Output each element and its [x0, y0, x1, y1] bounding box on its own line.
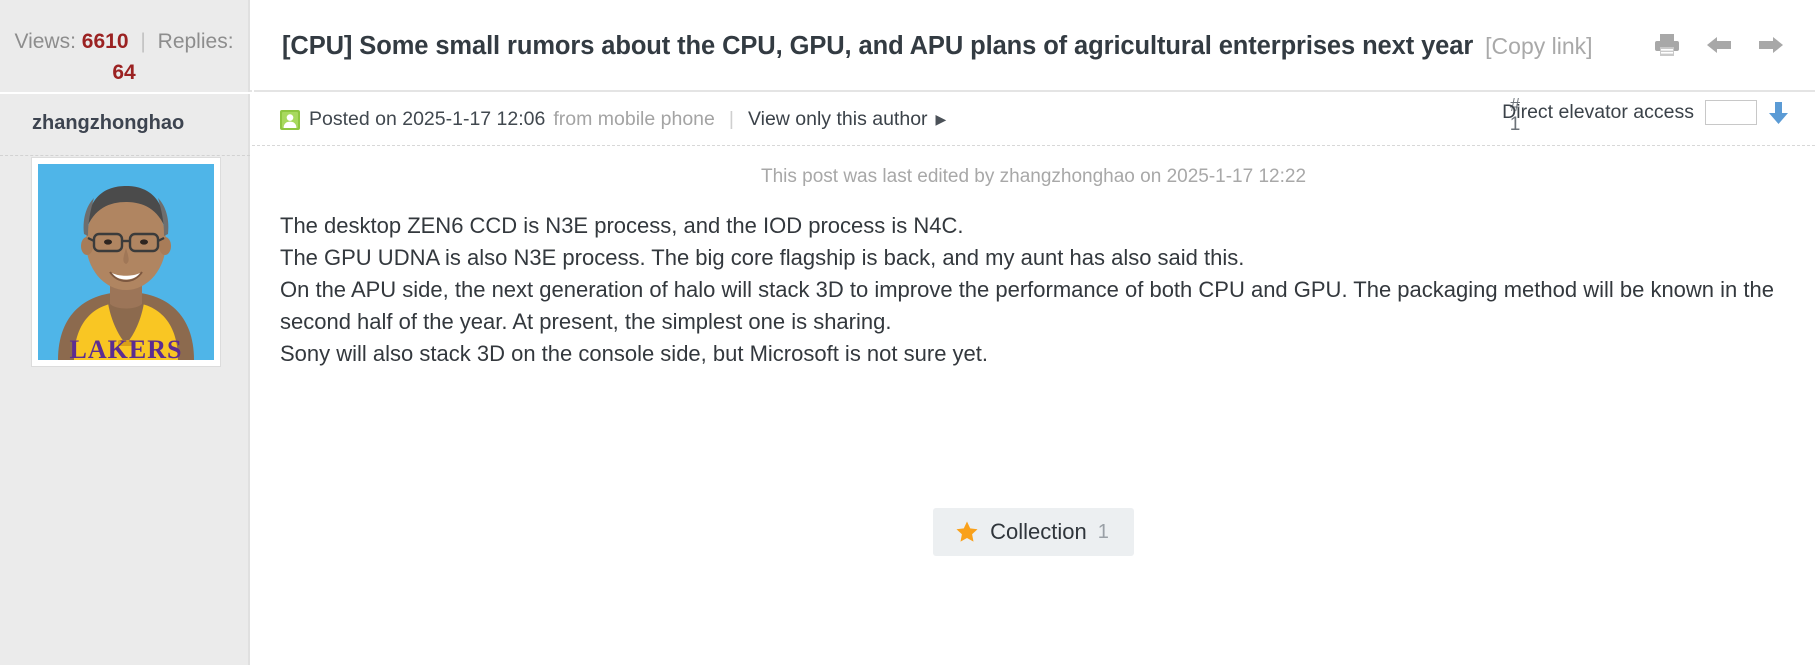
svg-text:LAKERS: LAKERS [70, 335, 183, 360]
collection-button[interactable]: Collection 1 [933, 508, 1134, 556]
view-only-this-author-link[interactable]: View only this author [748, 108, 928, 131]
post-content: The desktop ZEN6 CCD is N3E process, and… [252, 188, 1815, 370]
direct-elevator-access: Direct elevator access [1502, 100, 1789, 125]
author-badge-icon [280, 109, 300, 130]
arrow-left-icon[interactable] [1705, 31, 1733, 59]
post-paragraph: The GPU UDNA is also N3E process. The bi… [280, 245, 1245, 270]
stats-separator: | [140, 30, 146, 53]
post-timestamp: Posted on 2025-1-17 12:06 [309, 108, 546, 130]
forum-post-page: Views: 6610 | Replies: 64 [CPU] Some sma… [0, 0, 1815, 665]
post-footer-actions: Collection 1 [252, 508, 1815, 556]
author-sidebar: zhangzhonghao LAKERS [0, 94, 250, 665]
avatar-photo: LAKERS [38, 164, 214, 360]
avatar-illustration: LAKERS [38, 164, 214, 360]
thread-title-bar: [CPU] Some small rumors about the CPU, G… [252, 0, 1815, 92]
collection-label: Collection [990, 519, 1087, 544]
arrow-down-icon[interactable] [1768, 101, 1789, 125]
author-username[interactable]: zhangzhonghao [32, 112, 248, 135]
replies-label: Replies: [157, 30, 234, 53]
star-icon [955, 520, 979, 544]
replies-value: 64 [112, 61, 136, 84]
views-value: 6610 [81, 30, 129, 53]
views-label: Views: [14, 30, 76, 53]
sidebar-divider [0, 155, 250, 156]
print-icon[interactable] [1653, 31, 1681, 59]
avatar[interactable]: LAKERS [31, 157, 221, 367]
post-paragraph: On the APU side, the next generation of … [280, 277, 1774, 334]
thread-stats: Views: 6610 | Replies: 64 [0, 0, 250, 92]
post-paragraph: The desktop ZEN6 CCD is N3E process, and… [280, 213, 964, 238]
header-actions [1653, 31, 1785, 59]
meta-divider: | [728, 108, 734, 130]
post-source: from mobile phone [553, 108, 715, 130]
elevator-label: Direct elevator access [1502, 101, 1694, 123]
edit-notice: This post was last edited by zhangzhongh… [760, 166, 1307, 187]
collection-count: 1 [1097, 520, 1109, 543]
thread-header: Views: 6610 | Replies: 64 [CPU] Some sma… [0, 0, 1815, 92]
elevator-input[interactable] [1705, 100, 1757, 125]
copy-link-button[interactable]: [Copy link] [1485, 33, 1592, 60]
post-paragraph: Sony will also stack 3D on the console s… [280, 341, 988, 366]
post-panel: Posted on 2025-1-17 12:06 from mobile ph… [252, 94, 1815, 665]
arrow-right-icon[interactable] [1757, 31, 1785, 59]
page-title: [CPU] Some small rumors about the CPU, G… [282, 31, 1474, 60]
caret-right-icon[interactable]: ▶ [936, 111, 947, 128]
post-meta-row: Posted on 2025-1-17 12:06 from mobile ph… [252, 94, 1815, 146]
